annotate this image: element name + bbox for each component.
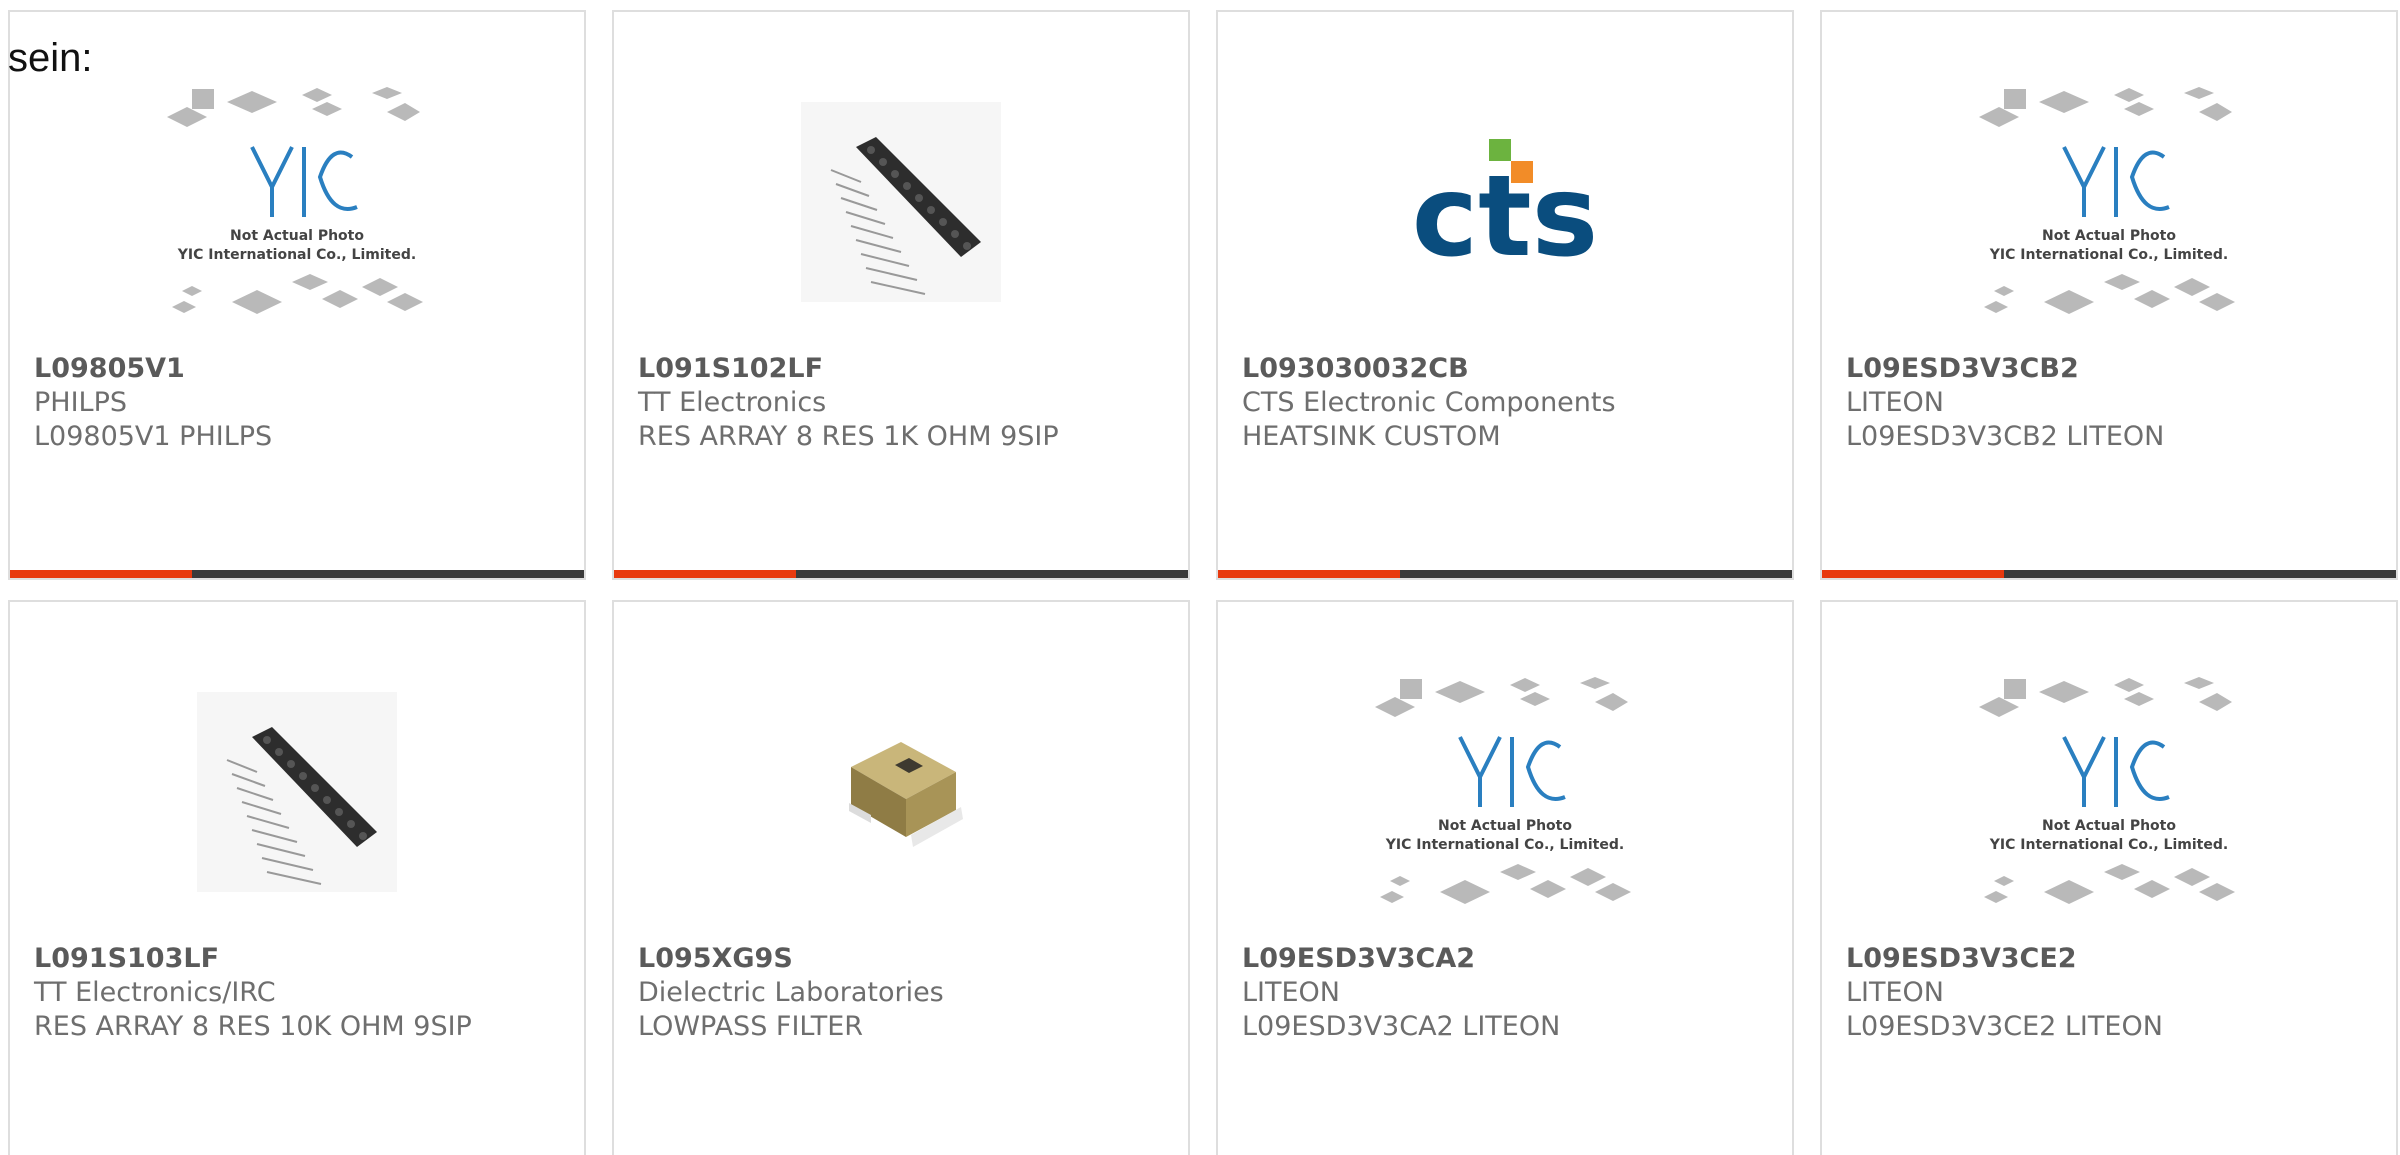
manufacturer: PHILPS: [34, 387, 128, 418]
product-card[interactable]: L095XG9S Dielectric Laboratories LOWPASS…: [612, 600, 1190, 1155]
part-number[interactable]: L09ESD3V3CE2: [1846, 942, 2376, 976]
svg-text:YIC International Co., Limited: YIC International Co., Limited.: [177, 247, 416, 263]
description: RES ARRAY 8 RES 1K OHM 9SIP: [638, 421, 1059, 452]
sip-resistor-array-icon: [197, 692, 397, 892]
product-info: L09ESD3V3CA2 LITEON L09ESD3V3CA2 LITEON: [1242, 942, 1772, 1044]
product-info: L093030032CB CTS Electronic Components H…: [1242, 352, 1772, 454]
svg-text:Not Actual Photo: Not Actual Photo: [230, 228, 364, 244]
part-number[interactable]: L091S102LF: [638, 352, 1168, 386]
card-accent-bar: [10, 570, 584, 578]
smd-filter-module-icon: [849, 742, 963, 847]
manufacturer: LITEON: [1242, 977, 1341, 1008]
card-accent-bar: [1822, 570, 2396, 578]
yic-placeholder-icon: Not Actual Photo YIC International Co., …: [167, 87, 423, 314]
description: L09ESD3V3CA2 LITEON: [1242, 1011, 1561, 1042]
product-image[interactable]: Not Actual Photo YIC International Co., …: [1822, 72, 2396, 332]
product-card[interactable]: L091S102LF TT Electronics RES ARRAY 8 RE…: [612, 10, 1190, 580]
product-image[interactable]: [614, 72, 1188, 332]
description: L09805V1 PHILPS: [34, 421, 273, 452]
product-info: L095XG9S Dielectric Laboratories LOWPASS…: [638, 942, 1168, 1044]
product-image[interactable]: cts: [1218, 72, 1792, 332]
svg-text:Not Actual Photo: Not Actual Photo: [2042, 818, 2176, 834]
description: L09ESD3V3CE2 LITEON: [1846, 1011, 2163, 1042]
product-image[interactable]: [10, 662, 584, 922]
product-image[interactable]: [614, 662, 1188, 922]
product-grid-page: sein: Not Actual Photo YIC International…: [0, 0, 2400, 1155]
product-card[interactable]: L091S103LF TT Electronics/IRC RES ARRAY …: [8, 600, 586, 1155]
product-card[interactable]: Not Actual Photo YIC International Co., …: [1820, 10, 2398, 580]
manufacturer: CTS Electronic Components: [1242, 387, 1616, 418]
description: RES ARRAY 8 RES 10K OHM 9SIP: [34, 1011, 472, 1042]
part-number[interactable]: L09805V1: [34, 352, 564, 386]
manufacturer: LITEON: [1846, 387, 1945, 418]
part-number[interactable]: L09ESD3V3CB2: [1846, 352, 2376, 386]
product-card[interactable]: Not Actual Photo YIC International Co., …: [1216, 600, 1794, 1155]
card-accent-bar: [614, 570, 1188, 578]
manufacturer: TT Electronics/IRC: [34, 977, 276, 1008]
product-info: L09805V1 PHILPS L09805V1 PHILPS: [34, 352, 564, 454]
description: L09ESD3V3CB2 LITEON: [1846, 421, 2165, 452]
product-card[interactable]: Not Actual Photo YIC International Co., …: [8, 10, 586, 580]
manufacturer: Dielectric Laboratories: [638, 977, 944, 1008]
product-card[interactable]: cts L093030032CB CTS Electronic Componen…: [1216, 10, 1794, 580]
svg-text:YIC International Co., Limited: YIC International Co., Limited.: [1989, 837, 2228, 853]
product-card[interactable]: Not Actual Photo YIC International Co., …: [1820, 600, 2398, 1155]
product-image[interactable]: Not Actual Photo YIC International Co., …: [1822, 662, 2396, 922]
svg-text:cts: cts: [1412, 152, 1599, 267]
part-number[interactable]: L091S103LF: [34, 942, 564, 976]
card-accent-bar: [1218, 570, 1792, 578]
intro-text: sein:: [8, 36, 93, 80]
product-info: L091S103LF TT Electronics/IRC RES ARRAY …: [34, 942, 564, 1044]
manufacturer: TT Electronics: [638, 387, 827, 418]
yic-placeholder-icon: Not Actual Photo YIC International Co., …: [1375, 677, 1631, 904]
product-info: L091S102LF TT Electronics RES ARRAY 8 RE…: [638, 352, 1168, 454]
sip-resistor-array-icon: [801, 102, 1001, 302]
description: HEATSINK CUSTOM: [1242, 421, 1501, 452]
svg-text:YIC International Co., Limited: YIC International Co., Limited.: [1385, 837, 1624, 853]
svg-text:YIC International Co., Limited: YIC International Co., Limited.: [1989, 247, 2228, 263]
product-image[interactable]: Not Actual Photo YIC International Co., …: [10, 72, 584, 332]
description: LOWPASS FILTER: [638, 1011, 864, 1042]
manufacturer: LITEON: [1846, 977, 1945, 1008]
part-number[interactable]: L095XG9S: [638, 942, 1168, 976]
yic-placeholder-icon: Not Actual Photo YIC International Co., …: [1979, 677, 2235, 904]
svg-text:Not Actual Photo: Not Actual Photo: [1438, 818, 1572, 834]
cts-logo-icon: cts: [1412, 139, 1599, 267]
svg-text:Not Actual Photo: Not Actual Photo: [2042, 228, 2176, 244]
part-number[interactable]: L09ESD3V3CA2: [1242, 942, 1772, 976]
product-image[interactable]: Not Actual Photo YIC International Co., …: [1218, 662, 1792, 922]
product-info: L09ESD3V3CB2 LITEON L09ESD3V3CB2 LITEON: [1846, 352, 2376, 454]
product-info: L09ESD3V3CE2 LITEON L09ESD3V3CE2 LITEON: [1846, 942, 2376, 1044]
part-number[interactable]: L093030032CB: [1242, 352, 1772, 386]
yic-placeholder-icon: Not Actual Photo YIC International Co., …: [1979, 87, 2235, 314]
